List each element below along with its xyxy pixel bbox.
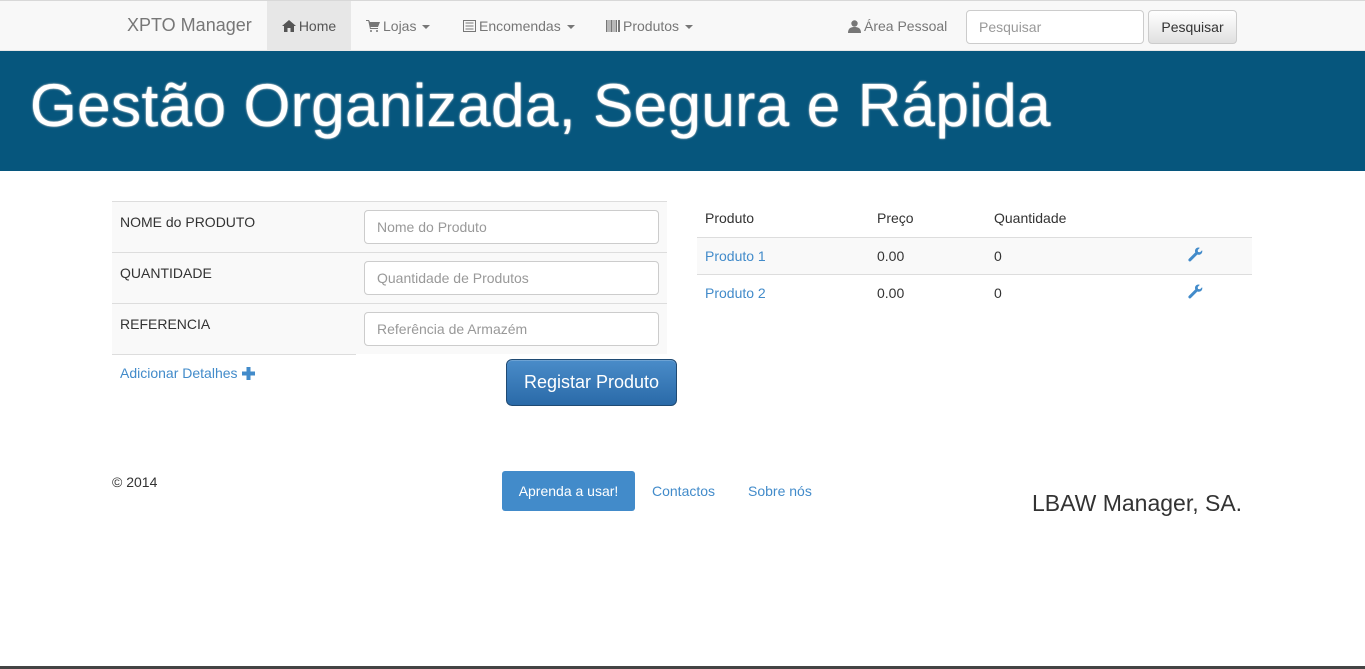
home-icon [281,20,296,32]
column-header-quantity: Quantidade [986,200,1184,238]
form-row-name: NOME do PRODUTO [112,201,667,252]
quantity-cell: 0 [994,284,1002,301]
product-name-label: NOME do PRODUTO [120,214,256,230]
table-row: Produto 2 0.00 0 [697,274,1252,311]
nav-stores[interactable]: Lojas [366,1,431,51]
chevron-down-icon [685,25,694,29]
add-details-link[interactable]: Adicionar Detalhes [120,365,255,381]
quantity-label: QUANTIDADE [120,265,212,281]
quantity-cell: 0 [986,237,1184,275]
reference-input[interactable] [364,312,659,346]
price-cell: 0.00 [877,284,905,301]
product-form: NOME do PRODUTO QUANTIDADE REFERENCIA [112,201,667,354]
add-details-label: Adicionar Detalhes [120,365,238,381]
hero-banner: Gestão Organizada, Segura e Rápida [0,51,1365,171]
contacts-link[interactable]: Contactos [652,483,715,499]
nav-personal-area[interactable]: Área Pessoal [848,1,947,51]
quantity-input[interactable] [364,261,659,295]
form-row-reference: REFERENCIA [112,303,667,354]
nav-products-label: Produtos [623,18,680,34]
products-table: Produto Preço Quantidade Produto 1 0.00 … [697,200,1252,311]
copyright-text: © 2014 [112,474,158,490]
search-input[interactable] [966,10,1144,44]
cart-icon [366,20,380,32]
table-row: Produto 1 0.00 0 [697,237,1252,275]
wrench-icon[interactable] [1188,247,1203,262]
table-header-row: Produto Preço Quantidade [697,200,1252,238]
hero-title: Gestão Organizada, Segura e Rápida [30,72,1051,139]
product-name-input[interactable] [364,210,659,244]
list-icon [463,20,476,32]
nav-home-label: Home [298,18,337,34]
plus-icon [241,366,255,380]
user-icon [848,19,861,33]
register-product-button[interactable]: Registar Produto [506,359,677,406]
chevron-down-icon [566,25,575,29]
product-link[interactable]: Produto 2 [705,285,766,301]
nav-orders-label: Encomendas [479,18,561,34]
about-link[interactable]: Sobre nós [748,483,812,499]
brand-link[interactable]: XPTO Manager [127,15,252,36]
nav-orders[interactable]: Encomendas [463,1,575,51]
search-button[interactable]: Pesquisar [1148,10,1237,44]
navbar: XPTO Manager Home Lojas Encomendas Produ… [0,0,1365,51]
add-details-row: Adicionar Detalhes [112,354,356,394]
chevron-down-icon [422,25,431,29]
product-link[interactable]: Produto 1 [705,248,766,264]
form-row-quantity: QUANTIDADE [112,252,667,303]
nav-home[interactable]: Home [267,1,351,51]
barcode-icon [606,20,620,32]
learn-to-use-button[interactable]: Aprenda a usar! [502,471,635,511]
reference-label: REFERENCIA [120,316,211,332]
company-name: LBAW Manager, SA. [1032,490,1243,516]
price-cell: 0.00 [869,237,986,275]
nav-products[interactable]: Produtos [606,1,694,51]
column-header-price: Preço [869,200,986,238]
nav-stores-label: Lojas [383,18,417,34]
column-header-actions [1184,200,1252,238]
column-header-product: Produto [697,200,869,238]
nav-personal-area-label: Área Pessoal [864,18,948,34]
wrench-icon[interactable] [1188,284,1203,299]
